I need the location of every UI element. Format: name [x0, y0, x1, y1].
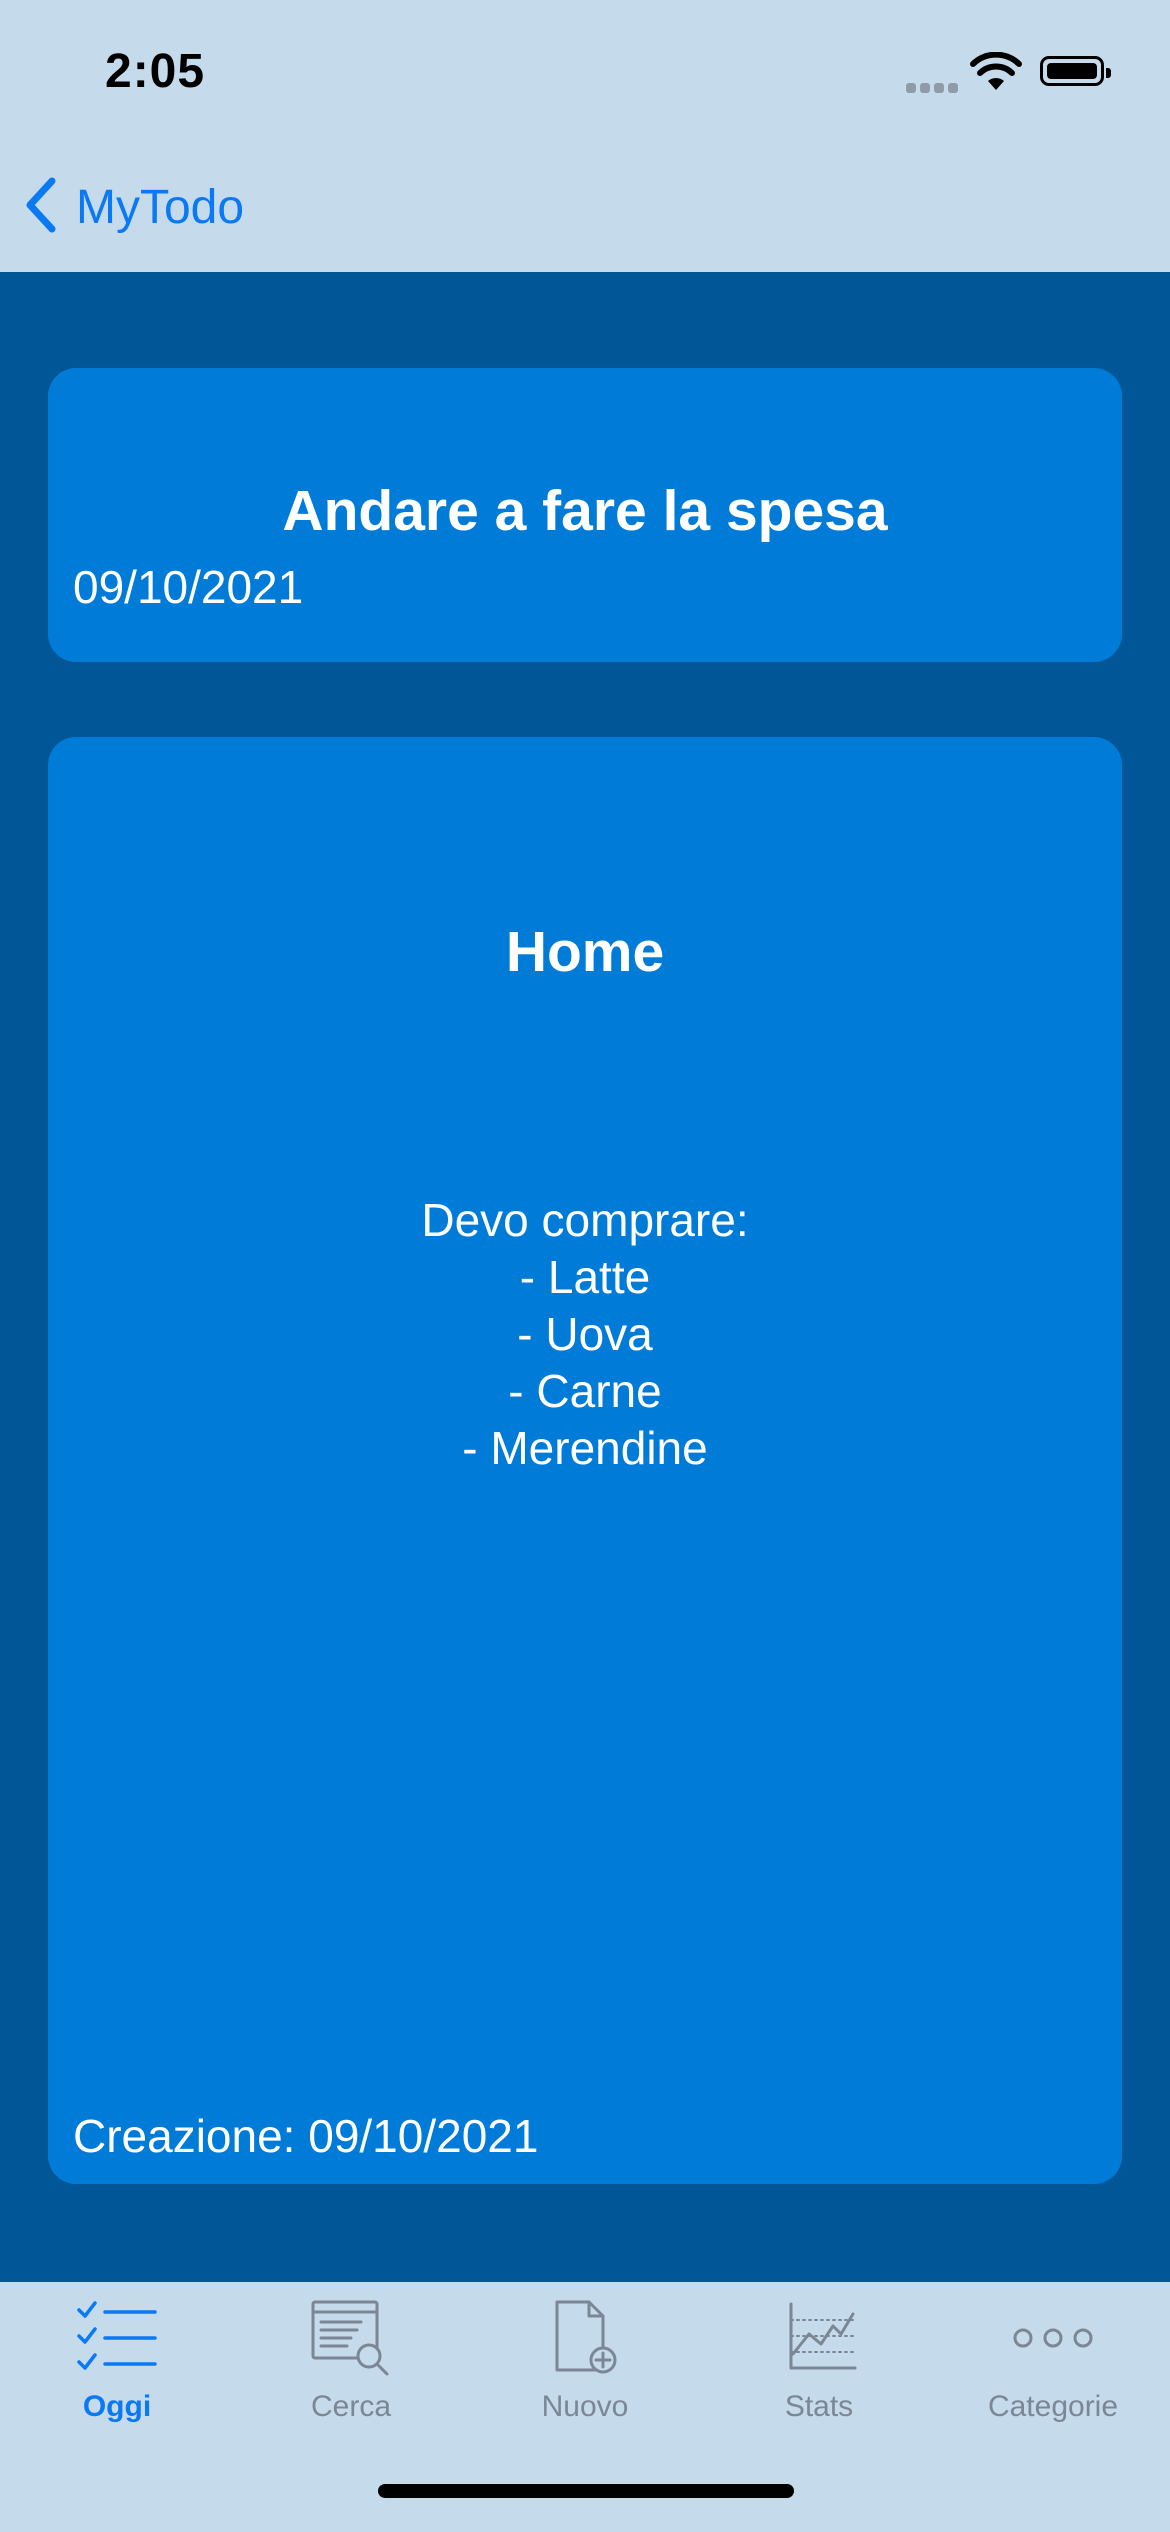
tab-label: Categorie [987, 2390, 1119, 2423]
navigation-bar: MyTodo [0, 150, 1170, 272]
document-search-icon [234, 2300, 468, 2380]
creation-date: Creazione: 09/10/2021 [73, 2110, 539, 2162]
body-line: - Uova [517, 1308, 653, 1360]
battery-icon [1040, 56, 1111, 86]
tab-label: Nuovo [541, 2390, 629, 2423]
body-line: - Carne [508, 1365, 662, 1417]
todo-title: Andare a fare la spesa [282, 479, 888, 543]
tab-label: Cerca [310, 2390, 392, 2423]
todo-detail-card: Home Devo comprare: - Latte - Uova - Car… [48, 737, 1122, 2184]
home-indicator[interactable] [378, 2484, 794, 2498]
tab-label: Oggi [82, 2390, 152, 2423]
document-add-icon [468, 2300, 702, 2380]
body-line: Devo comprare: [421, 1194, 749, 1246]
wifi-icon [970, 51, 1022, 97]
todo-body: Devo comprare: - Latte - Uova - Carne - … [48, 1192, 1122, 1477]
chart-icon [702, 2300, 936, 2380]
tab-nuovo[interactable]: Nuovo [468, 2282, 702, 2432]
back-button[interactable]: MyTodo [22, 176, 244, 239]
status-bar: 2:05 [0, 0, 1170, 150]
todo-date: 09/10/2021 [73, 561, 304, 613]
todo-header-card: Andare a fare la spesa 09/10/2021 [48, 368, 1122, 662]
cellular-signal-icon [906, 80, 962, 98]
tab-oggi[interactable]: Oggi [0, 2282, 234, 2432]
tab-categorie[interactable]: Categorie [936, 2282, 1170, 2432]
tab-label: Stats [784, 2390, 854, 2423]
chevron-left-icon [22, 176, 58, 239]
more-icon [936, 2300, 1170, 2380]
back-label: MyTodo [76, 181, 245, 234]
tab-cerca[interactable]: Cerca [234, 2282, 468, 2432]
status-time: 2:05 [105, 45, 206, 98]
todo-category: Home [505, 920, 665, 984]
body-line: - Latte [519, 1251, 651, 1303]
tab-stats[interactable]: Stats [702, 2282, 936, 2432]
body-line: - Merendine [462, 1422, 708, 1474]
checklist-icon [0, 2300, 234, 2380]
